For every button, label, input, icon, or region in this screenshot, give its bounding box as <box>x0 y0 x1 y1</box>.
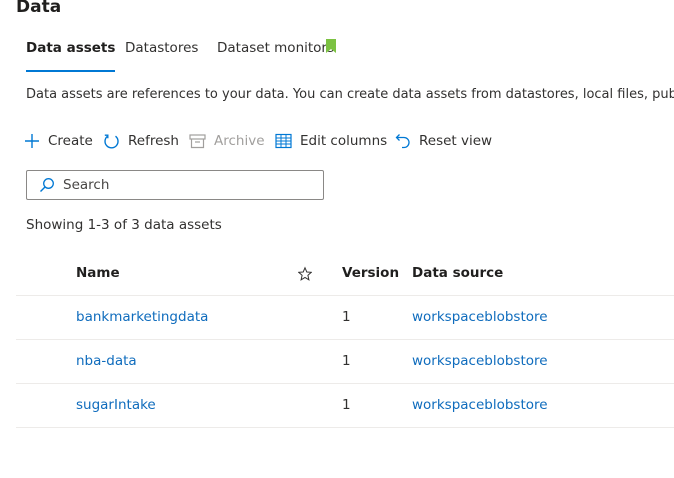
results-count: Showing 1-3 of 3 data assets <box>26 217 222 233</box>
edit-columns-button[interactable]: Edit columns <box>275 130 387 152</box>
create-label: Create <box>48 133 93 149</box>
table-header: Name Version Data source <box>16 252 674 296</box>
tab-datastores[interactable]: Datastores <box>125 40 198 72</box>
asset-name-link[interactable]: bankmarketingdata <box>76 296 208 339</box>
table-row[interactable]: nba-data 1 workspaceblobstore <box>16 340 674 384</box>
data-source-link[interactable]: workspaceblobstore <box>412 296 548 339</box>
data-source-link[interactable]: workspaceblobstore <box>412 340 548 383</box>
page-title: Data <box>16 0 62 17</box>
column-header-name[interactable]: Name <box>76 252 120 295</box>
plus-icon <box>25 134 39 148</box>
create-button[interactable]: Create <box>24 130 93 152</box>
search-box[interactable] <box>26 170 324 200</box>
reset-view-button[interactable]: Reset view <box>395 130 492 152</box>
asset-version: 1 <box>342 353 351 369</box>
data-source-link[interactable]: workspaceblobstore <box>412 384 548 427</box>
column-header-version[interactable]: Version <box>342 252 399 295</box>
column-header-data-source[interactable]: Data source <box>412 252 503 295</box>
asset-name-link[interactable]: sugarIntake <box>76 384 156 427</box>
bookmark-flag-icon <box>326 39 336 53</box>
tab-data-assets[interactable]: Data assets <box>26 40 116 72</box>
asset-version: 1 <box>342 397 351 413</box>
reset-view-label: Reset view <box>419 133 493 149</box>
table-row[interactable]: sugarIntake 1 workspaceblobstore <box>16 384 674 428</box>
asset-name-link[interactable]: nba-data <box>76 340 137 383</box>
archive-button[interactable]: Archive <box>189 130 265 152</box>
archive-label: Archive <box>214 133 265 149</box>
data-assets-table: Name Version Data source bankmarketingda… <box>16 252 674 428</box>
search-input[interactable] <box>63 177 293 193</box>
asset-version: 1 <box>342 309 351 325</box>
command-bar: Create Refresh Archive Edit columns Rese… <box>0 130 674 152</box>
refresh-icon <box>104 134 119 149</box>
refresh-button[interactable]: Refresh <box>103 130 179 152</box>
star-outline-icon[interactable] <box>298 266 312 282</box>
search-icon <box>40 178 54 192</box>
columns-icon <box>275 133 292 149</box>
edit-columns-label: Edit columns <box>300 133 388 149</box>
refresh-label: Refresh <box>128 133 179 149</box>
undo-icon <box>395 134 410 149</box>
table-row[interactable]: bankmarketingdata 1 workspaceblobstore <box>16 296 674 340</box>
page-description: Data assets are references to your data.… <box>26 87 674 102</box>
tab-dataset-monitors[interactable]: Dataset monitors <box>217 40 334 72</box>
archive-icon <box>189 134 206 149</box>
tab-dataset-monitors-label: Dataset monitors <box>217 40 335 56</box>
